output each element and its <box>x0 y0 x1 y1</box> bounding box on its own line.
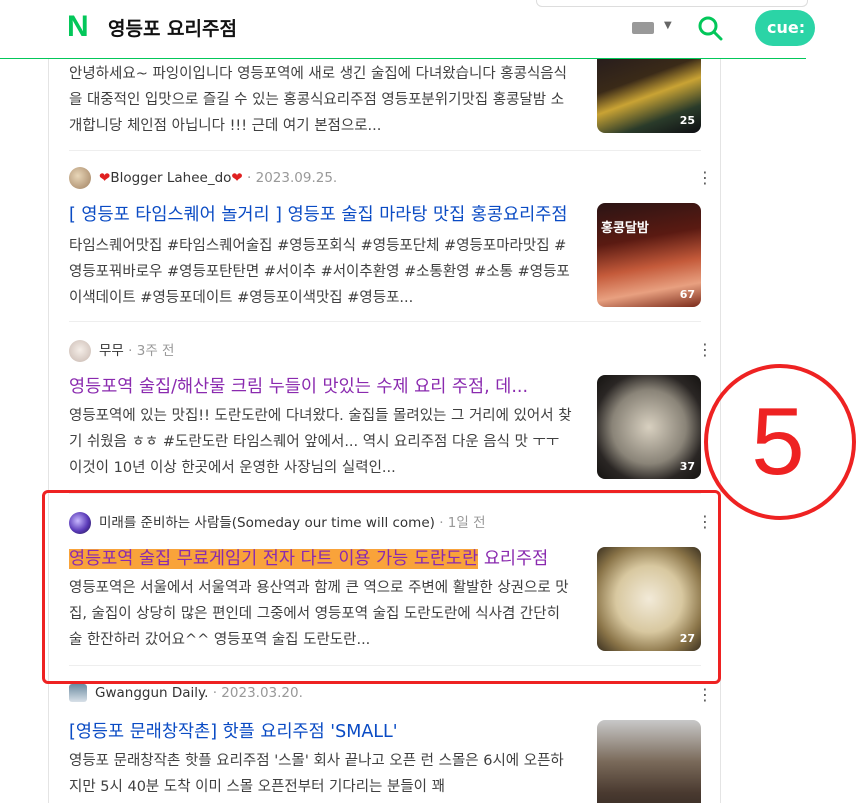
result-title[interactable]: [ 영등포 타임스퀘어 놀거리 ] 영등포 술집 마라탕 맛집 홍콩요리주점 <box>69 203 571 227</box>
avatar[interactable] <box>69 167 91 189</box>
post-date: · 2023.03.20. <box>212 685 303 701</box>
image-count-badge: 37 <box>679 460 695 473</box>
list-item: ❤Blogger Lahee_do❤ · 2023.09.25. ⋮ [ 영등포… <box>69 167 713 337</box>
thumbnail-caption: 홍콩달밤 <box>601 221 649 236</box>
author-name[interactable]: Gwanggun Daily. <box>95 685 208 701</box>
result-description: 영등포역에 있는 맛집!! 도란도란에 다녀왔다. 술집들 몰려있는 그 거리에… <box>69 408 572 476</box>
author-name[interactable]: Blogger Lahee_do <box>110 170 231 186</box>
avatar[interactable] <box>69 340 91 362</box>
result-description: 안녕하세요~ 파잉이입니다 영등포역에 새로 생긴 술집에 다녀왔습니다 홍콩식… <box>69 66 567 134</box>
date-text: 3주 전 <box>136 343 175 359</box>
result-thumbnail[interactable]: 홍콩달밤 67 <box>597 203 701 307</box>
result-author[interactable]: ❤Blogger Lahee_do❤ · 2023.09.25. <box>69 167 337 191</box>
result-thumbnail[interactable]: 25 <box>597 59 701 133</box>
dropdown-edge <box>536 0 808 7</box>
annotation-box <box>42 490 721 684</box>
divider <box>69 150 701 151</box>
result-title[interactable]: [영등포 문래창작촌] 핫플 요리주점 'SMALL' <box>69 720 571 744</box>
post-date: · 3주 전 <box>128 343 175 359</box>
date-text: 2023.09.25. <box>255 170 338 186</box>
list-item: 안녕하세요~ 파잉이입니다 영등포역에 새로 생긴 술집에 다녀왔습니다 홍콩식… <box>69 59 701 149</box>
more-options-icon[interactable]: ⋮ <box>697 342 713 358</box>
result-title[interactable]: 영등포역 술집/해산물 크림 누들이 맛있는 수제 요리 주점, 데... <box>69 375 571 399</box>
list-item: Gwanggun Daily. · 2023.03.20. ⋮ [영등포 문래창… <box>69 684 713 803</box>
naver-logo[interactable]: N <box>67 12 91 42</box>
list-item: 무무 · 3주 전 ⋮ 영등포역 술집/해산물 크림 누들이 맛있는 수제 요리… <box>69 339 713 509</box>
annotation-circle: 5 <box>704 364 856 520</box>
annotation-number: 5 <box>751 388 804 495</box>
result-description: 타임스퀘어맛집 #타임스퀘어술집 #영등포회식 #영등포단체 #영등포마라맛집 … <box>69 238 570 306</box>
result-thumbnail[interactable] <box>597 720 701 803</box>
divider <box>69 321 701 322</box>
search-query-text[interactable]: 영등포 요리주점 <box>108 14 237 41</box>
heart-icon: ❤ <box>99 170 111 186</box>
avatar[interactable] <box>69 684 87 702</box>
chevron-down-icon[interactable]: ▼ <box>664 20 672 31</box>
search-results: 안녕하세요~ 파잉이입니다 영등포역에 새로 생긴 술집에 다녀왔습니다 홍콩식… <box>48 59 721 803</box>
more-options-icon[interactable]: ⋮ <box>697 170 713 186</box>
image-count-badge: 25 <box>679 114 695 127</box>
search-icon[interactable] <box>697 15 723 41</box>
date-text: 2023.03.20. <box>221 685 303 701</box>
result-thumbnail[interactable]: 37 <box>597 375 701 479</box>
result-author[interactable]: 무무 · 3주 전 <box>69 339 174 363</box>
heart-icon: ❤ <box>231 170 243 186</box>
post-date: · 2023.09.25. <box>247 170 338 186</box>
result-description: 영등포 문래창작촌 핫플 요리주점 '스몰' 회사 끝나고 오픈 런 스몰은 6… <box>69 753 564 795</box>
keyboard-icon[interactable] <box>632 22 654 34</box>
cue-button[interactable]: cue: <box>755 10 815 46</box>
search-header: N 영등포 요리주점 ▼ cue: <box>0 0 815 59</box>
image-count-badge: 67 <box>679 288 695 301</box>
result-author[interactable]: Gwanggun Daily. · 2023.03.20. <box>69 684 303 708</box>
author-name[interactable]: 무무 <box>99 343 124 359</box>
more-options-icon[interactable]: ⋮ <box>697 687 713 703</box>
